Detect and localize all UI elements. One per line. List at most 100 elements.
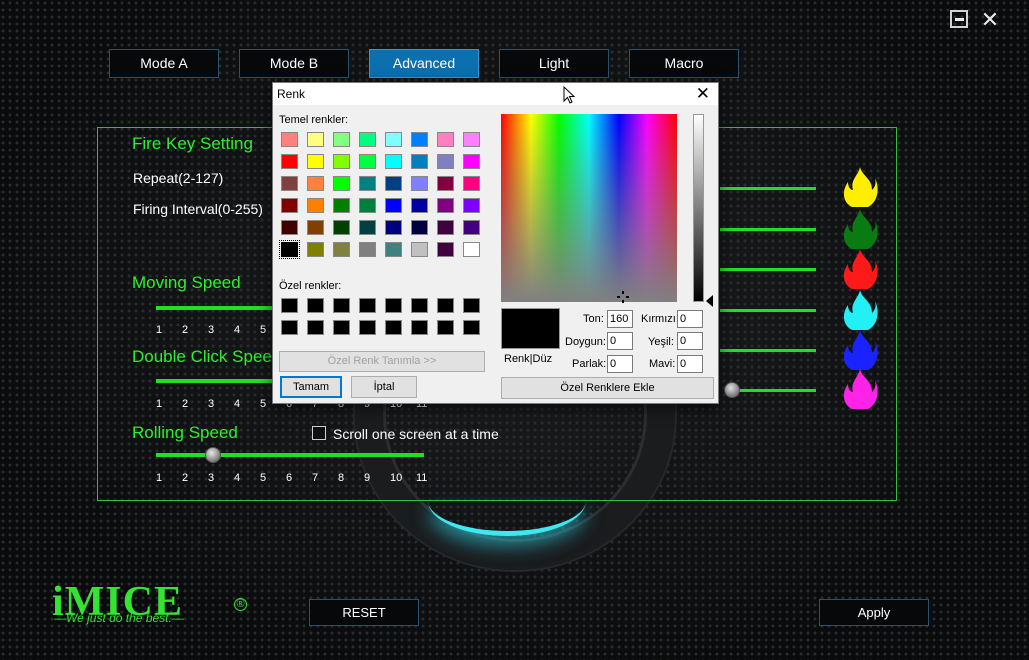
custom-color-swatch[interactable] [463,320,480,335]
basic-color-swatch[interactable] [281,154,298,169]
basic-color-swatch[interactable] [281,132,298,147]
flame-icon-cyan[interactable] [842,289,878,331]
basic-color-swatch[interactable] [333,176,350,191]
basic-color-swatch[interactable] [333,220,350,235]
custom-color-swatch[interactable] [437,298,454,313]
basic-color-swatch[interactable] [359,154,376,169]
basic-color-swatch[interactable] [307,132,324,147]
basic-color-swatch[interactable] [385,176,402,191]
tab-advanced[interactable]: Advanced [369,49,479,78]
dialog-titlebar[interactable]: Renk ✕ [273,83,718,105]
basic-color-swatch[interactable] [307,198,324,213]
basic-color-swatch[interactable] [437,132,454,147]
flame-icon-blue[interactable] [842,329,878,371]
double-click-slider[interactable] [156,379,276,383]
basic-color-swatch[interactable] [411,154,428,169]
basic-color-swatch[interactable] [359,242,376,257]
basic-color-swatch[interactable] [385,220,402,235]
basic-color-swatch[interactable] [385,154,402,169]
moving-speed-slider[interactable] [156,306,276,310]
custom-color-swatch[interactable] [307,298,324,313]
tab-mode-a[interactable]: Mode A [109,49,219,78]
basic-color-swatch[interactable] [463,132,480,147]
basic-color-swatch[interactable] [333,242,350,257]
flame-icon-yellow[interactable] [842,166,878,208]
basic-color-swatch[interactable] [385,198,402,213]
basic-color-swatch[interactable] [463,220,480,235]
saturation-input[interactable]: 0 [607,332,633,350]
custom-color-swatch[interactable] [411,298,428,313]
minimize-button[interactable] [950,10,968,28]
flame-icon-red[interactable] [842,248,878,290]
tab-light[interactable]: Light [499,49,609,78]
basic-color-swatch[interactable] [359,220,376,235]
rolling-speed-slider[interactable] [156,453,424,457]
basic-color-swatch[interactable] [463,198,480,213]
basic-color-swatch[interactable] [307,242,324,257]
custom-color-swatch[interactable] [359,298,376,313]
basic-color-swatch[interactable] [385,242,402,257]
green-input[interactable]: 0 [677,332,703,350]
define-custom-colors-button[interactable]: Özel Renk Tanımla >> [279,351,485,372]
hue-input[interactable]: 160 [607,310,633,328]
custom-color-swatch[interactable] [411,320,428,335]
basic-color-swatch[interactable] [411,176,428,191]
scroll-screen-checkbox[interactable] [312,426,326,440]
basic-color-swatch[interactable] [437,242,454,257]
basic-color-swatch[interactable] [333,198,350,213]
basic-color-swatch[interactable] [359,176,376,191]
custom-color-swatch[interactable] [333,298,350,313]
basic-color-swatch[interactable] [279,240,300,259]
blue-input[interactable]: 0 [677,355,703,373]
custom-color-swatch[interactable] [281,320,298,335]
cancel-button[interactable]: İptal [351,376,417,398]
basic-color-swatch[interactable] [411,220,428,235]
basic-color-swatch[interactable] [333,132,350,147]
tab-mode-b[interactable]: Mode B [239,49,349,78]
basic-color-swatch[interactable] [307,154,324,169]
basic-color-swatch[interactable] [463,154,480,169]
basic-color-swatch[interactable] [463,176,480,191]
color-spectrum[interactable] [501,114,677,302]
add-to-custom-colors-button[interactable]: Özel Renklere Ekle [501,377,714,399]
custom-color-swatch[interactable] [333,320,350,335]
apply-button[interactable]: Apply [819,599,929,626]
custom-color-swatch[interactable] [385,320,402,335]
basic-color-swatch[interactable] [437,198,454,213]
basic-color-swatch[interactable] [281,220,298,235]
ok-button[interactable]: Tamam [280,376,342,398]
basic-color-swatch[interactable] [281,176,298,191]
custom-color-swatch[interactable] [463,298,480,313]
basic-color-swatch[interactable] [333,154,350,169]
basic-color-swatch[interactable] [437,176,454,191]
basic-color-swatch[interactable] [307,176,324,191]
dialog-close-icon[interactable]: ✕ [696,84,710,104]
color-line-6-thumb[interactable] [724,382,740,398]
custom-color-swatch[interactable] [307,320,324,335]
basic-color-swatch[interactable] [281,198,298,213]
basic-color-swatch[interactable] [385,132,402,147]
basic-color-swatch[interactable] [307,220,324,235]
custom-color-swatch[interactable] [281,298,298,313]
custom-color-swatch[interactable] [385,298,402,313]
rolling-speed-thumb[interactable] [205,447,221,463]
basic-color-swatch[interactable] [411,242,428,257]
basic-color-swatch[interactable] [437,154,454,169]
custom-color-swatch[interactable] [359,320,376,335]
red-input[interactable]: 0 [677,310,703,328]
luminance-arrow-icon[interactable] [706,295,713,307]
flame-icon-green[interactable] [842,208,878,250]
flame-icon-magenta[interactable] [842,368,878,410]
basic-color-swatch[interactable] [359,132,376,147]
basic-color-swatch[interactable] [359,198,376,213]
tab-macro[interactable]: Macro [629,49,739,78]
custom-color-swatch[interactable] [437,320,454,335]
reset-button[interactable]: RESET [309,599,419,626]
luminance-input[interactable]: 0 [607,355,633,373]
basic-color-swatch[interactable] [411,132,428,147]
basic-color-swatch[interactable] [411,198,428,213]
luminance-bar[interactable] [693,114,704,302]
basic-color-swatch[interactable] [463,242,480,257]
close-button[interactable]: ✕ [980,9,1000,31]
basic-color-swatch[interactable] [437,220,454,235]
